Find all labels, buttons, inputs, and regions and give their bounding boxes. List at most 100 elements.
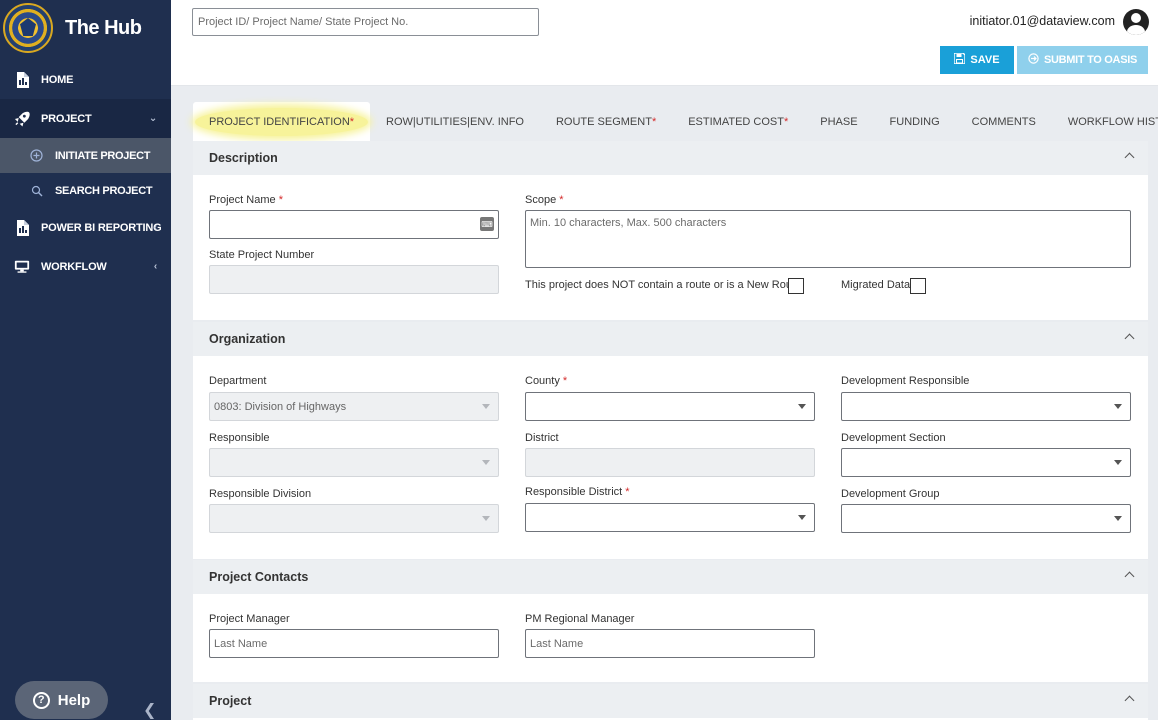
responsible-district-select[interactable]	[525, 503, 815, 532]
project-name-input[interactable]: ⌨	[209, 210, 499, 239]
sidebar-subitem-label: INITIATE PROJECT	[55, 149, 151, 162]
tab-label: WORKFLOW HISTORY	[1067, 115, 1158, 128]
sidebar-item-home[interactable]: HOME	[0, 60, 171, 99]
tab-funding[interactable]: FUNDING	[874, 102, 956, 141]
development-responsible-select[interactable]	[841, 392, 1131, 421]
tab-label: ROW|UTILITIES|ENV. INFO	[386, 115, 524, 128]
development-group-select[interactable]	[841, 504, 1131, 533]
caret-down-icon	[1114, 404, 1122, 409]
project-contacts-header[interactable]: Project Contacts	[193, 560, 1148, 594]
rocket-icon	[14, 111, 30, 127]
required-marker: *	[783, 115, 789, 128]
tab-comments[interactable]: COMMENTS	[956, 102, 1052, 141]
scope-label: Scope *	[525, 194, 564, 206]
responsible-division-label: Responsible Division	[209, 488, 312, 500]
chevron-up-icon[interactable]	[1124, 694, 1134, 704]
brand: The Hub	[0, 0, 171, 56]
required-marker: *	[651, 115, 657, 128]
label-text: Project Name	[209, 194, 276, 206]
section-title: Organization	[209, 332, 286, 346]
tab-phase[interactable]: PHASE	[804, 102, 873, 141]
caret-down-icon	[482, 516, 490, 521]
caret-down-icon	[1114, 516, 1122, 521]
project-header[interactable]: Project	[193, 684, 1148, 718]
submit-label: SUBMIT TO OASIS	[1043, 54, 1138, 66]
user-email: initiator.01@dataview.com	[969, 14, 1115, 28]
required-marker: *	[562, 375, 568, 387]
development-section-label: Development Section	[841, 432, 946, 444]
tab-label: PHASE	[820, 115, 858, 128]
user-avatar-icon[interactable]	[1123, 9, 1149, 35]
county-label: County *	[525, 375, 567, 387]
chevron-left-icon: ‹	[153, 222, 157, 233]
sidebar-subitem-initiate-project[interactable]: INITIATE PROJECT	[0, 138, 171, 173]
county-select[interactable]	[525, 392, 815, 421]
question-icon: ?	[32, 691, 50, 709]
sidebar-item-label: HOME	[41, 73, 74, 86]
help-label: Help	[57, 691, 91, 709]
no-route-label: This project does NOT contain a route or…	[525, 279, 802, 291]
required-marker: *	[625, 486, 630, 498]
sidebar-item-label: PROJECT	[41, 112, 92, 125]
caret-down-icon	[482, 460, 490, 465]
scope-textarea[interactable]	[525, 210, 1131, 268]
tab-estimated-cost[interactable]: ESTIMATED COST *	[672, 102, 804, 141]
tab-label: ROUTE SEGMENT	[555, 115, 652, 128]
save-button[interactable]: SAVE	[940, 46, 1014, 74]
state-project-number-field	[209, 265, 499, 294]
tab-row-utilities-env-info[interactable]: ROW|UTILITIES|ENV. INFO	[370, 102, 540, 141]
migrated-data-checkbox[interactable]	[910, 278, 926, 294]
keyboard-icon[interactable]: ⌨	[480, 217, 494, 231]
main-content: PROJECT IDENTIFICATION* ROW|UTILITIES|EN…	[171, 86, 1158, 720]
tab-project-identification[interactable]: PROJECT IDENTIFICATION*	[193, 102, 371, 141]
sidebar-subitem-label: SEARCH PROJECT	[55, 184, 153, 197]
chevron-down-icon: ⌄	[148, 113, 157, 124]
responsible-division-select	[209, 504, 499, 533]
section-title: Project Contacts	[209, 570, 309, 584]
submit-to-oasis-button[interactable]: SUBMIT TO OASIS	[1017, 46, 1148, 74]
description-header[interactable]: Description	[193, 141, 1148, 175]
label-text: County	[525, 375, 560, 387]
sidebar-item-label: POWER BI REPORTING	[41, 221, 162, 234]
organization-header[interactable]: Organization	[193, 322, 1148, 356]
project-manager-input[interactable]	[209, 629, 499, 658]
floppy-disk-icon	[953, 52, 967, 67]
chevron-up-icon[interactable]	[1124, 151, 1134, 161]
collapse-sidebar-icon[interactable]: ❮	[143, 700, 156, 720]
chevron-up-icon[interactable]	[1124, 570, 1134, 580]
search-icon	[30, 184, 43, 197]
project-name-label: Project Name *	[209, 194, 283, 206]
tab-highlight: PROJECT IDENTIFICATION*	[195, 107, 369, 136]
development-group-label: Development Group	[841, 488, 940, 500]
responsible-select	[209, 448, 499, 477]
tab-bar: PROJECT IDENTIFICATION* ROW|UTILITIES|EN…	[193, 102, 1158, 141]
caret-down-icon	[798, 404, 806, 409]
project-manager-label: Project Manager	[209, 613, 290, 625]
sidebar-subitem-search-project[interactable]: SEARCH PROJECT	[0, 173, 171, 208]
monitor-icon	[14, 259, 30, 275]
file-icon	[14, 71, 30, 88]
pm-regional-manager-input[interactable]	[525, 629, 815, 658]
development-section-select[interactable]	[841, 448, 1131, 477]
required-marker: *	[559, 194, 564, 206]
label-text: Scope	[525, 194, 557, 206]
responsible-district-label: Responsible District *	[525, 486, 630, 498]
help-button[interactable]: ? Help	[15, 681, 108, 719]
tab-workflow-history[interactable]: WORKFLOW HISTORY	[1052, 102, 1158, 141]
required-marker: *	[278, 194, 283, 206]
field-value: 0803: Division of Highways	[214, 400, 347, 413]
project-panel: Project	[193, 684, 1148, 720]
sidebar-item-project[interactable]: PROJECT ⌄	[0, 99, 171, 138]
responsible-label: Responsible	[209, 432, 270, 444]
sidebar-item-label: WORKFLOW	[41, 260, 107, 273]
sidebar-item-workflow[interactable]: WORKFLOW ‹	[0, 247, 171, 286]
chevron-up-icon[interactable]	[1124, 332, 1134, 342]
search-input[interactable]	[192, 8, 539, 36]
development-responsible-label: Development Responsible	[841, 375, 970, 387]
no-route-checkbox[interactable]	[788, 278, 804, 294]
tab-route-segment[interactable]: ROUTE SEGMENT *	[540, 102, 672, 141]
sidebar-item-power-bi-reporting[interactable]: POWER BI REPORTING ‹	[0, 208, 171, 247]
tab-label: COMMENTS	[971, 115, 1036, 128]
district-field	[525, 448, 815, 477]
report-icon	[14, 219, 30, 236]
